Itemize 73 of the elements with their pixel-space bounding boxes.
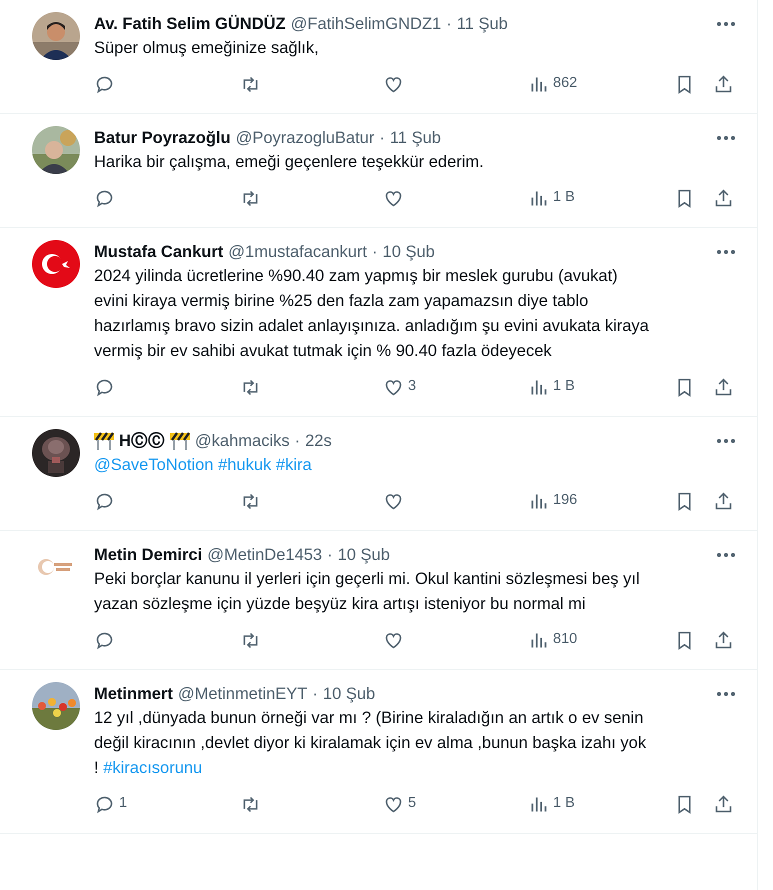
count: 1: [119, 794, 128, 814]
barrier-icon: [94, 432, 114, 450]
post-text: değil kiracının ,devlet diyor ki kiralamak için ev alma ,bunun başka izahı yok: [94, 734, 646, 752]
post-text: yazan sözleşme için yüzde beşyüz kira artışı isteniyor bu normal mi: [94, 595, 586, 613]
separator-dot: ·: [327, 544, 333, 566]
count: 1 B: [553, 794, 575, 814]
author-handle[interactable]: @FatihSelimGNDZ1: [290, 12, 442, 36]
post-date[interactable]: 10 Şub: [322, 682, 376, 706]
count: 810: [553, 630, 578, 650]
barrier-icon: [170, 432, 190, 450]
views-button[interactable]: 1 B: [528, 793, 575, 815]
author-handle[interactable]: @kahmaciks: [194, 428, 290, 454]
more-icon: [717, 439, 735, 443]
count: 5: [408, 794, 416, 814]
more-icon: [717, 22, 735, 26]
post-date[interactable]: 10 Şub: [338, 542, 390, 568]
more-icon: [717, 553, 735, 557]
post-text: 12 yıl ,dünyada bunun örneği var mı ? (Birine kiraladığın an artık o ev senin: [94, 709, 644, 727]
post-text: evini kiraya vermiş birine %25 den fazla zam yapamazsın diye tablo: [94, 292, 588, 310]
post-date[interactable]: 10 Şub: [382, 240, 435, 264]
separator-dot: ·: [379, 128, 385, 149]
author-handle[interactable]: @1mustafacankurt: [228, 240, 368, 264]
share-button[interactable]: [713, 188, 734, 208]
views-button[interactable]: 1 B: [528, 376, 575, 398]
author-handle[interactable]: @MetinDe1453: [207, 542, 322, 568]
reply-button[interactable]: [94, 74, 115, 94]
author-name: Metin Demirci: [94, 544, 202, 566]
author-handle[interactable]: @MetinmetinEYT: [178, 682, 308, 706]
count: 3: [408, 377, 416, 396]
share-button[interactable]: [713, 376, 734, 398]
post-text: vermiş bir ev sahibi avukat tutmak için % 90.40 fazla ödeyecek: [94, 342, 552, 360]
reply-button[interactable]: 1: [94, 793, 128, 815]
post-text: Harika bir çalışma, emeği geçenlere teşekkür ederim.: [94, 153, 484, 171]
separator-dot: ·: [312, 684, 318, 705]
post-text: !: [94, 759, 99, 777]
post-date[interactable]: 11 Şub: [456, 12, 508, 36]
separator-dot: ·: [294, 430, 300, 452]
reply-icon: [94, 794, 115, 814]
like-button[interactable]: 5: [383, 793, 416, 815]
share-button[interactable]: [713, 794, 734, 814]
reply-button[interactable]: [94, 188, 115, 208]
reply-button[interactable]: [94, 490, 115, 512]
reply-button[interactable]: [94, 376, 115, 398]
share-button[interactable]: [713, 74, 734, 94]
author-name: HⒸⒸ: [119, 430, 165, 452]
more-icon: [717, 692, 735, 696]
views-button[interactable]: 1 B: [528, 187, 575, 209]
like-button[interactable]: 3: [383, 376, 416, 398]
more-icon: [717, 136, 735, 140]
post-text: Peki borçlar kanunu il yerleri için geçerli mi. Okul kantini sözleşmesi beş yıl: [94, 570, 640, 588]
separator-dot: ·: [446, 14, 452, 35]
count: 196: [553, 491, 578, 510]
post-text: Süper olmuş emeğinize sağlık,: [94, 39, 319, 57]
share-button[interactable]: [713, 630, 734, 650]
author-name: Batur Poyrazoğlu: [94, 128, 231, 149]
author-name: Mustafa Cankurt: [94, 242, 224, 263]
author-handle[interactable]: @PoyrazogluBatur: [236, 126, 374, 150]
reply-button[interactable]: [94, 630, 115, 650]
views-button[interactable]: 810: [528, 629, 578, 651]
share-button[interactable]: [713, 490, 734, 512]
post-text: 2024 yilinda ücretlerine %90.40 zam yapmış bir meslek gurubu (avukat): [94, 267, 618, 285]
post-text: hazırlamış bravo sizin adalet anlayışınıza. anladığım şu evini avukata kiraya: [94, 317, 649, 335]
count: 862: [553, 74, 578, 94]
separator-dot: ·: [372, 242, 378, 263]
author-name: Av. Fatih Selim GÜNDÜZ: [94, 14, 286, 35]
post-date[interactable]: 11 Şub: [390, 126, 441, 150]
more-icon: [717, 250, 735, 254]
count: 1 B: [553, 188, 575, 208]
author-name: Metinmert: [94, 684, 173, 705]
post-date[interactable]: 22s: [305, 428, 332, 454]
views-button[interactable]: 862: [528, 73, 578, 95]
count: 1 B: [553, 377, 575, 396]
views-button[interactable]: 196: [528, 490, 578, 512]
